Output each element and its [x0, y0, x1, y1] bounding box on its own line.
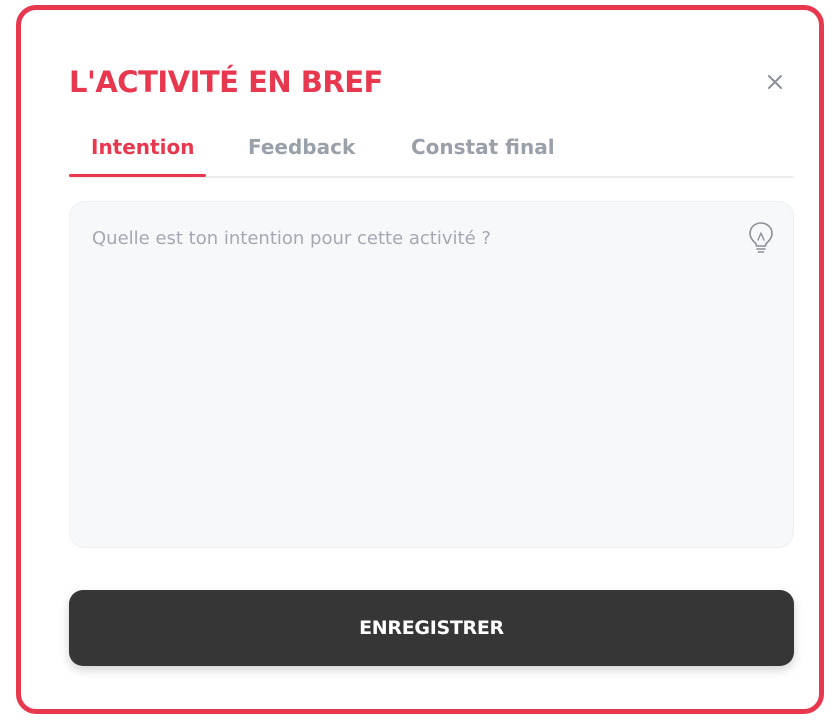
activity-summary-modal: L'ACTIVITÉ EN BREF Intention Feedback Co… — [16, 5, 824, 714]
close-icon — [768, 75, 782, 89]
tab-constat-final[interactable]: Constat final — [411, 134, 555, 160]
lightbulb-icon[interactable] — [746, 220, 776, 254]
tab-intention[interactable]: Intention — [91, 134, 194, 160]
modal-title: L'ACTIVITÉ EN BREF — [69, 65, 383, 99]
tab-bar: Intention Feedback Constat final — [69, 128, 794, 178]
tab-feedback[interactable]: Feedback — [248, 134, 355, 160]
intention-input[interactable] — [92, 228, 732, 528]
save-button[interactable]: ENREGISTRER — [69, 590, 794, 666]
active-tab-indicator — [69, 174, 206, 177]
close-button[interactable] — [761, 68, 789, 96]
intention-field-container — [69, 201, 794, 548]
